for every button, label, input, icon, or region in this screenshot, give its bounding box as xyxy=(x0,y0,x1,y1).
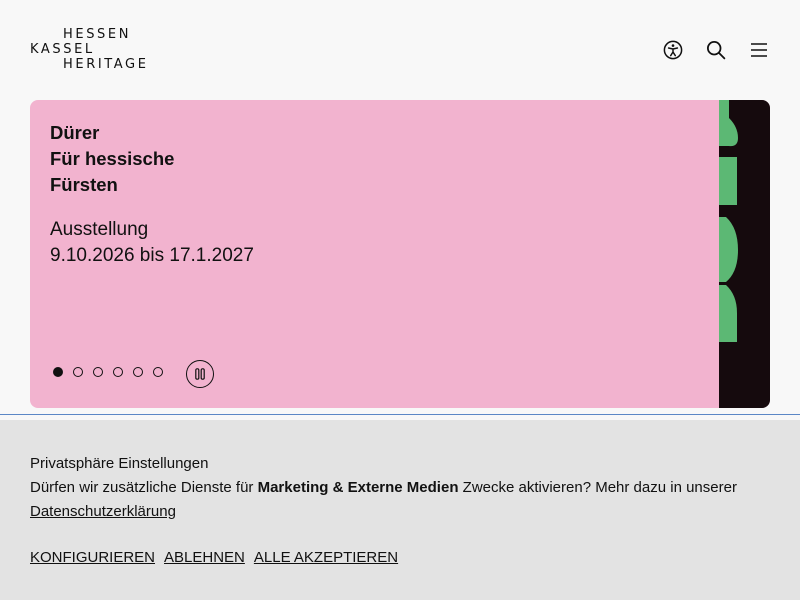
cookie-actions: KONFIGURIEREN ABLEHNEN ALLE AKZEPTIEREN xyxy=(30,546,407,570)
carousel-dot[interactable] xyxy=(53,367,63,377)
hero-title-line: Fürsten xyxy=(50,174,118,195)
pause-icon xyxy=(195,368,205,380)
cookie-banner-divider xyxy=(0,414,800,415)
cookie-text: Dürfen wir zusätzliche Dienste für Marke… xyxy=(30,476,775,524)
hero-artwork-strip xyxy=(719,100,770,408)
cookie-banner: Privatsphäre Einstellungen Dürfen wir zu… xyxy=(0,420,800,600)
site-header: HESSEN KASSEL HERITAGE xyxy=(0,0,800,100)
carousel-dot[interactable] xyxy=(93,367,103,377)
carousel-pause-button[interactable] xyxy=(186,360,214,388)
hero-carousel[interactable]: Dürer Für hessische Fürsten Ausstellung … xyxy=(30,100,770,408)
carousel-dot[interactable] xyxy=(153,367,163,377)
hero-event-type: Ausstellung xyxy=(50,219,149,240)
menu-icon[interactable] xyxy=(746,37,772,63)
cookie-text-part: Zwecke aktivieren? Mehr dazu in unserer xyxy=(458,479,737,496)
carousel-dot[interactable] xyxy=(73,367,83,377)
cookie-text-emphasis: Marketing & Externe Medien xyxy=(257,479,459,496)
hero-title-line: Dürer xyxy=(50,122,100,143)
search-icon[interactable] xyxy=(703,37,729,63)
carousel-indicators xyxy=(53,367,173,377)
accept-all-button[interactable]: ALLE AKZEPTIEREN xyxy=(254,546,398,570)
logo-line-heritage: HERITAGE xyxy=(63,57,149,72)
decline-button[interactable]: ABLEHNEN xyxy=(164,546,245,570)
carousel-dot[interactable] xyxy=(113,367,123,377)
carousel-dot[interactable] xyxy=(133,367,143,377)
hero-details: Ausstellung 9.10.2026 bis 17.1.2027 xyxy=(50,217,254,269)
accessibility-icon[interactable] xyxy=(660,37,686,63)
hero-title: Dürer Für hessische Fürsten xyxy=(50,120,174,198)
privacy-policy-link[interactable]: Datenschutzerklärung xyxy=(30,503,176,520)
hero-event-dates: 9.10.2026 bis 17.1.2027 xyxy=(50,245,254,266)
logo[interactable]: HESSEN KASSEL HERITAGE xyxy=(30,27,155,73)
hero-title-line: Für hessische xyxy=(50,148,175,169)
header-actions xyxy=(643,36,772,64)
logo-line-kassel: KASSEL xyxy=(30,42,95,57)
cookie-title: Privatsphäre Einstellungen xyxy=(30,455,209,472)
cookie-text-part: Dürfen wir zusätzliche Dienste für xyxy=(30,479,258,496)
logo-line-hessen: HESSEN xyxy=(63,27,132,42)
green-shapes-graphic xyxy=(719,100,738,342)
configure-button[interactable]: KONFIGURIEREN xyxy=(30,546,155,570)
